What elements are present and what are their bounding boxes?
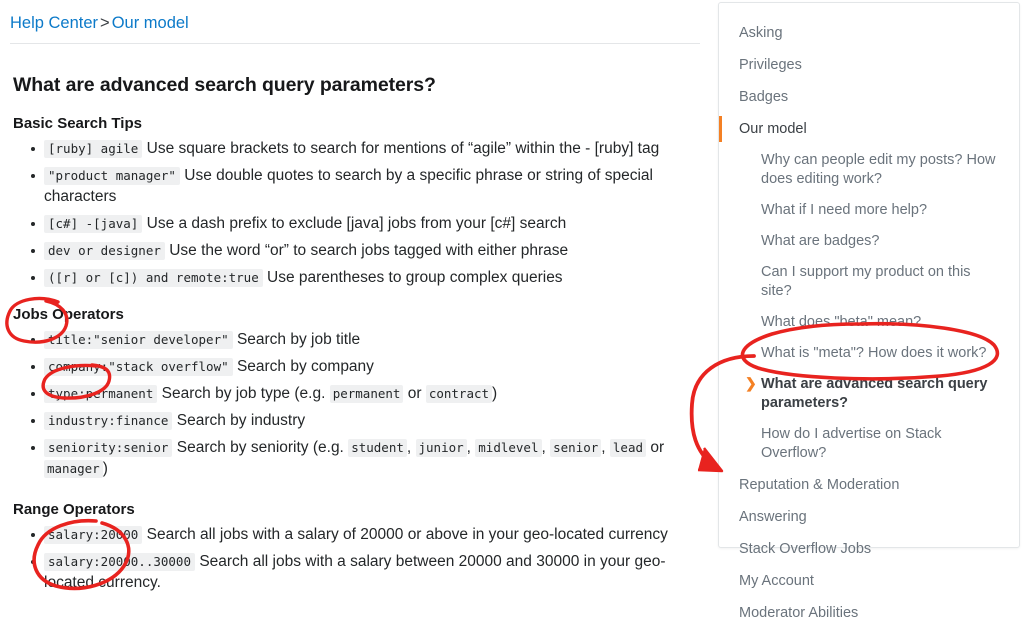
sidebar-item-our-model[interactable]: Our model — [719, 113, 1019, 145]
sidebar-item-label: Moderator Abilities — [739, 605, 859, 621]
list-item-text: Search all jobs with a salary of 20000 o… — [146, 526, 668, 543]
sidebar-subitem-label: What is "meta"? How does it work? — [761, 345, 987, 361]
code-snippet-inline: contract — [425, 385, 493, 403]
sidebar-subitem-what-is-meta[interactable]: What is "meta"? How does it work? — [719, 338, 1019, 369]
sidebar-subitem-label: Why can people edit my posts? How does e… — [761, 152, 996, 187]
active-indicator-bar — [719, 116, 722, 142]
list-separator: , — [601, 439, 610, 456]
code-snippet: ([r] or [c]) and remote:true — [44, 269, 263, 287]
section-heading-range-operators: Range Operators — [13, 501, 135, 518]
sidebar-item-label: Asking — [739, 25, 783, 41]
sidebar-item-asking[interactable]: Asking — [719, 17, 1019, 49]
sidebar-item-label: My Account — [739, 573, 814, 589]
code-snippet: salary:20000 — [44, 526, 143, 544]
list-item-conjunction: or — [646, 439, 665, 456]
list-item-tail: ) — [492, 385, 498, 402]
code-snippet: company:"stack overflow" — [44, 358, 233, 376]
section-heading-basic-search-tips: Basic Search Tips — [13, 115, 142, 132]
section-heading-jobs-operators: Jobs Operators — [13, 306, 124, 323]
list-item: [ruby] agile Use square brackets to sear… — [10, 138, 700, 159]
page-title: What are advanced search query parameter… — [13, 74, 436, 96]
list-item-text: Search by job type (e.g. — [161, 385, 330, 402]
sidebar-item-label: Stack Overflow Jobs — [739, 541, 872, 557]
code-snippet-inline: junior — [415, 439, 467, 457]
sidebar-item-badges[interactable]: Badges — [719, 81, 1019, 113]
list-item: [c#] -[java] Use a dash prefix to exclud… — [10, 213, 700, 234]
help-center-sidebar-nav: Asking Privileges Badges Our model Why c… — [718, 2, 1020, 621]
code-snippet: "product manager" — [44, 167, 180, 185]
code-snippet: title:"senior developer" — [44, 331, 233, 349]
list-item-text: Search by job title — [236, 331, 361, 348]
sidebar-item-label: Badges — [739, 89, 789, 105]
list-item: industry:finance Search by industry — [10, 410, 700, 431]
list-item: ([r] or [c]) and remote:true Use parenth… — [10, 267, 700, 288]
sidebar-subitem-label: What if I need more help? — [761, 202, 928, 218]
chevron-right-icon: ❯ — [745, 375, 757, 391]
article-main-column: Help Center > Our model What are advanced … — [10, 8, 700, 599]
sidebar-subitem-how-do-i-advertise[interactable]: How do I advertise on Stack Overflow? — [719, 419, 1019, 469]
breadcrumb-link-our-model[interactable]: Our model — [112, 14, 189, 32]
breadcrumb-separator: > — [100, 14, 110, 32]
code-snippet-inline: manager — [44, 460, 103, 478]
sidebar-item-stack-overflow-jobs[interactable]: Stack Overflow Jobs — [719, 533, 1019, 565]
list-item-tail: ) — [102, 460, 108, 477]
list-item: type:permanent Search by job type (e.g. … — [10, 383, 700, 404]
list-item-text: Use parentheses to group complex queries — [267, 269, 563, 286]
list-item: dev or designer Use the word “or” to sea… — [10, 240, 700, 261]
sidebar-item-privileges[interactable]: Privileges — [719, 49, 1019, 81]
sidebar-item-label: Privileges — [739, 57, 802, 73]
sidebar-subitem-label: How do I advertise on Stack Overflow? — [761, 426, 942, 461]
code-snippet: [ruby] agile — [44, 140, 143, 158]
list-item-text: Use square brackets to search for mentio… — [146, 140, 660, 157]
basic-search-tips-list: [ruby] agile Use square brackets to sear… — [10, 138, 700, 288]
breadcrumb: Help Center > Our model — [10, 8, 700, 44]
sidebar-subitem-label: What are advanced search query parameter… — [761, 376, 988, 411]
code-snippet: industry:finance — [44, 412, 173, 430]
list-item-text: Use the word “or” to search jobs tagged … — [169, 242, 569, 259]
list-separator: , — [541, 439, 551, 456]
sidebar-item-answering[interactable]: Answering — [719, 501, 1019, 533]
code-snippet-inline: student — [348, 439, 407, 457]
list-item-text: Use a dash prefix to exclude [java] jobs… — [146, 215, 567, 232]
code-snippet-inline: midlevel — [475, 439, 542, 457]
list-separator: , — [466, 439, 476, 456]
sidebar-item-label: Reputation & Moderation — [739, 477, 900, 493]
code-snippet: seniority:senior — [44, 439, 173, 457]
code-snippet-inline: lead — [609, 439, 647, 457]
list-item: salary:20000..30000 Search all jobs with… — [10, 551, 700, 593]
code-snippet-inline: permanent — [329, 385, 404, 403]
list-item: company:"stack overflow" Search by compa… — [10, 356, 700, 377]
sidebar-item-my-account[interactable]: My Account — [719, 565, 1019, 597]
list-item-conjunction: or — [403, 385, 426, 402]
code-snippet: type:permanent — [44, 385, 158, 403]
sidebar-item-label: Answering — [739, 509, 807, 525]
sidebar-item-label: Our model — [739, 121, 807, 137]
list-item-text: Search by company — [236, 358, 374, 375]
code-snippet: salary:20000..30000 — [44, 553, 195, 571]
sidebar-subitem-advanced-search-query-parameters[interactable]: ❯ What are advanced search query paramet… — [719, 369, 1019, 419]
code-snippet-inline: senior — [550, 439, 602, 457]
sidebar-subitem-label: Can I support my product on this site? — [761, 264, 971, 299]
code-snippet: dev or designer — [44, 242, 165, 260]
list-item: title:"senior developer" Search by job t… — [10, 329, 700, 350]
list-item: seniority:senior Search by seniority (e.… — [10, 437, 700, 479]
sidebar-subitem-can-i-support-my-product[interactable]: Can I support my product on this site? — [719, 257, 1019, 307]
sidebar-item-reputation-moderation[interactable]: Reputation & Moderation — [719, 469, 1019, 501]
breadcrumb-link-help-center[interactable]: Help Center — [10, 14, 98, 32]
list-item-text: Search by industry — [176, 412, 306, 429]
list-item-text: Search by seniority (e.g. — [176, 439, 349, 456]
range-operators-list: salary:20000 Search all jobs with a sala… — [10, 524, 700, 593]
list-separator: , — [406, 439, 416, 456]
sidebar-subitem-label: What does "beta" mean? — [761, 314, 922, 330]
jobs-operators-list: title:"senior developer" Search by job t… — [10, 329, 700, 479]
list-item: "product manager" Use double quotes to s… — [10, 165, 700, 207]
sidebar-subitem-why-can-people-edit-my-posts[interactable]: Why can people edit my posts? How does e… — [719, 145, 1019, 195]
sidebar-subitem-what-if-i-need-more-help[interactable]: What if I need more help? — [719, 195, 1019, 226]
sidebar-subitem-what-are-badges[interactable]: What are badges? — [719, 226, 1019, 257]
list-item: salary:20000 Search all jobs with a sala… — [10, 524, 700, 545]
sidebar-subitem-what-does-beta-mean[interactable]: What does "beta" mean? — [719, 307, 1019, 338]
sidebar-item-moderator-abilities[interactable]: Moderator Abilities — [719, 597, 1019, 629]
sidebar-subitem-label: What are badges? — [761, 233, 880, 249]
code-snippet: [c#] -[java] — [44, 215, 143, 233]
